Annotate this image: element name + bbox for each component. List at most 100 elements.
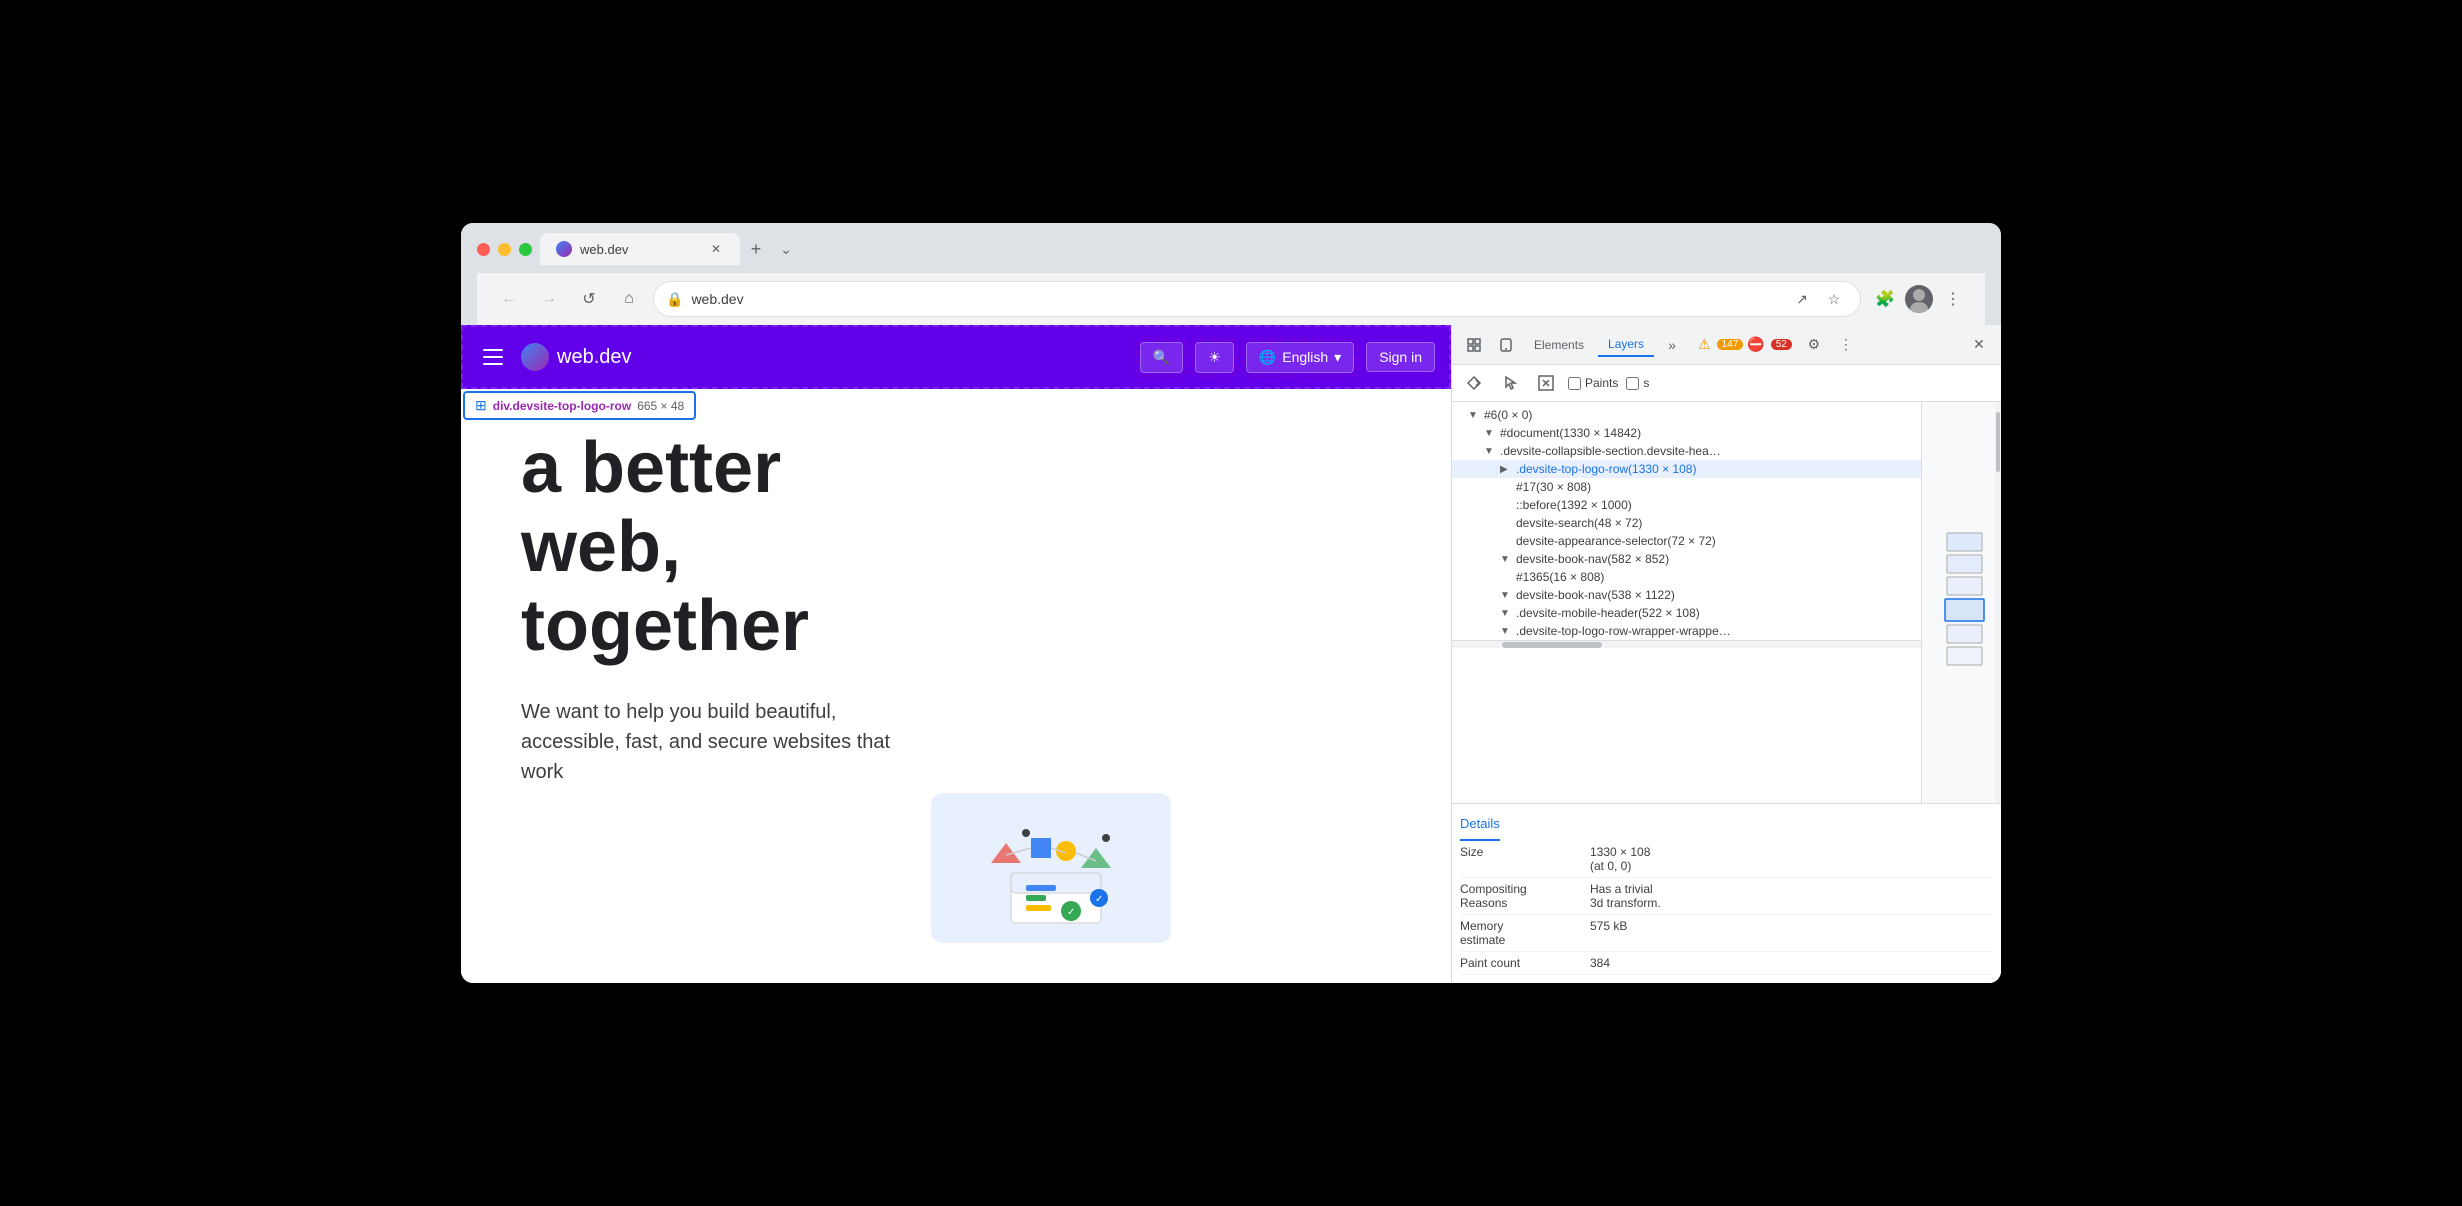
address-bar[interactable]: 🔒 ↗ ☆ <box>653 281 1861 317</box>
menu-button[interactable]: ⋮ <box>1937 283 1969 315</box>
layer-arrow: ▼ <box>1500 608 1512 619</box>
layer-item[interactable]: #17(30 × 808) <box>1452 478 1921 496</box>
details-label-paintcount: Paint count <box>1460 956 1590 970</box>
page-heading: a better web, together <box>521 429 1391 667</box>
language-label: English <box>1282 349 1328 365</box>
paints-checkbox[interactable] <box>1568 377 1581 390</box>
browser-window: web.dev ✕ + ⌄ ← → ↺ ⌂ 🔒 ↗ ☆ 🧩 <box>461 223 2001 983</box>
details-label-size: Size <box>1460 845 1590 873</box>
layer-item[interactable]: devsite-appearance-selector(72 × 72) <box>1452 532 1921 550</box>
devtools-more-tabs[interactable]: » <box>1658 331 1686 359</box>
language-button[interactable]: 🌐 English ▾ <box>1246 342 1354 373</box>
element-label-size: 665 × 48 <box>637 399 684 413</box>
details-panel: Details Size 1330 × 108(at 0, 0) Composi… <box>1452 803 2001 983</box>
layer-arrow: ▶ <box>1500 464 1512 475</box>
globe-icon: 🌐 <box>1259 349 1276 366</box>
layer-item[interactable]: ▼ .devsite-top-logo-row-wrapper-wrappe… <box>1452 622 1921 640</box>
layers-tree[interactable]: ▼ #6(0 × 0) ▼ #document(1330 × 14842) ▼ … <box>1452 402 1921 803</box>
devtools-tab-layers[interactable]: Layers <box>1598 333 1654 357</box>
profile-avatar[interactable] <box>1905 285 1933 313</box>
details-row-compositing: CompositingReasons Has a trivial3d trans… <box>1460 878 1993 915</box>
details-value-size: 1330 × 108(at 0, 0) <box>1590 845 1993 873</box>
layers-vscrollbar[interactable] <box>1995 402 2001 803</box>
svg-text:✓: ✓ <box>1067 907 1075 918</box>
home-button[interactable]: ⌂ <box>613 283 645 315</box>
layers-pointer-button[interactable] <box>1496 369 1524 397</box>
maximize-button[interactable] <box>519 243 532 256</box>
layer-item[interactable]: ▼ devsite-book-nav(538 × 1122) <box>1452 586 1921 604</box>
devtools-tab-elements[interactable]: Elements <box>1524 334 1594 356</box>
page-body: a better web, together We want to help y… <box>461 389 1451 827</box>
devtools-subheader: Paints s <box>1452 365 2001 402</box>
devtools-panel: Elements Layers » ⚠ 147 ⛔ 52 ⚙ ⋮ ✕ <box>1451 325 2001 983</box>
warning-icon: ⚠ <box>1698 336 1711 353</box>
details-label-compositing: CompositingReasons <box>1460 882 1590 910</box>
layers-rotate-button[interactable] <box>1460 369 1488 397</box>
details-header: Details <box>1460 812 1500 841</box>
window-controls: web.dev ✕ + ⌄ <box>477 233 1985 265</box>
bookmark-button[interactable]: ☆ <box>1820 285 1848 313</box>
new-tab-button[interactable]: + <box>742 235 770 263</box>
extensions-button[interactable]: 🧩 <box>1869 283 1901 315</box>
hamburger-button[interactable] <box>477 341 509 373</box>
layers-hscrollbar[interactable] <box>1452 640 1921 648</box>
layer-item[interactable]: ▼ devsite-book-nav(582 × 852) <box>1452 550 1921 568</box>
layer-item[interactable]: ::before(1392 × 1000) <box>1452 496 1921 514</box>
minimize-button[interactable] <box>498 243 511 256</box>
layer-item[interactable]: devsite-search(48 × 72) <box>1452 514 1921 532</box>
devtools-close-button[interactable]: ✕ <box>1965 331 1993 359</box>
layer-item[interactable]: ▼ .devsite-mobile-header(522 × 108) <box>1452 604 1921 622</box>
layers-vscroll-thumb[interactable] <box>1996 412 2000 472</box>
toolbar-right: 🧩 ⋮ <box>1869 283 1969 315</box>
layers-zoom-button[interactable] <box>1532 369 1560 397</box>
details-label-memory: Memoryestimate <box>1460 919 1590 947</box>
layer-arrow: ▼ <box>1500 554 1512 565</box>
layer-item[interactable]: ▼ .devsite-collapsible-section.devsite-h… <box>1452 442 1921 460</box>
layer-root[interactable]: ▼ #6(0 × 0) <box>1452 406 1921 424</box>
paints-checkbox-label[interactable]: Paints <box>1568 376 1618 390</box>
devtools-warnings: ⚠ 147 <box>1698 336 1743 353</box>
details-value-compositing: Has a trivial3d transform. <box>1590 882 1993 910</box>
theme-icon: ☀ <box>1208 349 1221 366</box>
layers-hscroll-thumb[interactable] <box>1502 642 1602 648</box>
devtools-errors: ⛔ 52 <box>1747 336 1792 353</box>
devtools-inspect-button[interactable] <box>1460 331 1488 359</box>
tabs-row: web.dev ✕ + ⌄ <box>540 233 800 265</box>
details-row-memory: Memoryestimate 575 kB <box>1460 915 1993 952</box>
tab-chevron-button[interactable]: ⌄ <box>772 235 800 263</box>
signin-button[interactable]: Sign in <box>1366 342 1435 372</box>
devtools-header: Elements Layers » ⚠ 147 ⛔ 52 ⚙ ⋮ ✕ <box>1452 325 2001 365</box>
slow-checkbox-label[interactable]: s <box>1626 376 1649 390</box>
active-tab[interactable]: web.dev ✕ <box>540 233 740 265</box>
element-label-name: div.devsite-top-logo-row <box>493 399 631 413</box>
warning-count: 147 <box>1717 339 1744 350</box>
tab-close-button[interactable]: ✕ <box>708 241 724 257</box>
back-button[interactable]: ← <box>493 283 525 315</box>
layer-arrow: ▼ <box>1468 410 1480 421</box>
site-logo-icon <box>521 343 549 371</box>
site-header: web.dev 🔍 ☀ 🌐 English ▾ Sign in <box>461 325 1451 389</box>
layer-item[interactable]: ▼ #document(1330 × 14842) <box>1452 424 1921 442</box>
devtools-device-button[interactable] <box>1492 331 1520 359</box>
layer-item[interactable]: #1365(16 × 808) <box>1452 568 1921 586</box>
forward-button[interactable]: → <box>533 283 565 315</box>
reload-button[interactable]: ↺ <box>573 283 605 315</box>
slow-checkbox[interactable] <box>1626 377 1639 390</box>
devtools-more-options[interactable]: ⋮ <box>1832 331 1860 359</box>
close-button[interactable] <box>477 243 490 256</box>
details-row-paintcount: Paint count 384 <box>1460 952 1993 975</box>
theme-button[interactable]: ☀ <box>1195 342 1234 373</box>
chrome-titlebar: web.dev ✕ + ⌄ ← → ↺ ⌂ 🔒 ↗ ☆ 🧩 <box>461 223 2001 325</box>
content-area: web.dev 🔍 ☀ 🌐 English ▾ Sign in <box>461 325 2001 983</box>
site-logo-text: web.dev <box>557 346 632 369</box>
search-button[interactable]: 🔍 <box>1140 342 1183 373</box>
layer-arrow: ▼ <box>1500 626 1512 637</box>
layer-item-selected[interactable]: ▶ .devsite-top-logo-row(1330 × 108) <box>1452 460 1921 478</box>
share-button[interactable]: ↗ <box>1788 285 1816 313</box>
address-actions: ↗ ☆ <box>1788 285 1848 313</box>
devtools-settings-button[interactable]: ⚙ <box>1800 331 1828 359</box>
toolbar-row: ← → ↺ ⌂ 🔒 ↗ ☆ 🧩 ⋮ <box>477 273 1985 325</box>
url-input[interactable] <box>691 291 1780 307</box>
element-label-tooltip: ⊞ div.devsite-top-logo-row 665 × 48 <box>463 391 696 420</box>
layer-arrow: ▼ <box>1500 590 1512 601</box>
